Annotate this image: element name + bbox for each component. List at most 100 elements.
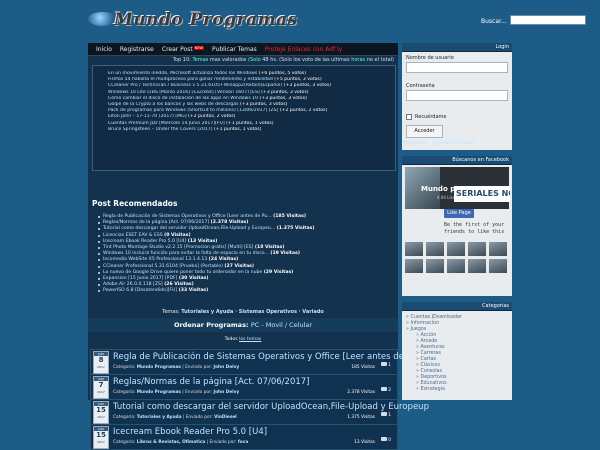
forgot-password-link[interactable]: ¿Olvidó su clave? bbox=[432, 140, 475, 146]
new-badge: NEW bbox=[193, 45, 204, 50]
remember-checkbox[interactable] bbox=[406, 114, 412, 120]
order-links[interactable]: PC - Movil / Celular bbox=[251, 321, 312, 329]
fan-avatar[interactable] bbox=[426, 242, 444, 256]
fan-avatar[interactable] bbox=[489, 242, 507, 256]
temas-line: Temas: Tutoriales y Ayuda · Sistemas Ope… bbox=[88, 309, 398, 315]
recommended-item-title[interactable]: Windows 10 incluirá función para evitar … bbox=[103, 251, 269, 256]
top10-item-title[interactable]: Cómo cambiar el disco de instalación de … bbox=[108, 96, 258, 101]
post-day: 8 bbox=[98, 356, 104, 364]
top10-suffix: 48 hs. (Solo los voto de las ultimas bbox=[262, 57, 350, 63]
fb-faces-grid bbox=[405, 242, 509, 273]
todos-link[interactable]: los temas bbox=[239, 337, 261, 342]
post-category-link[interactable]: Mundo Programas bbox=[137, 365, 181, 370]
top10-solo-link[interactable]: (Solo bbox=[248, 57, 261, 63]
recommended-item-title[interactable]: PowerISO 6.8 [Desatendido][FU] bbox=[103, 288, 177, 293]
recommended-item-visits: (26 Visitas) bbox=[164, 282, 194, 288]
fan-avatar[interactable] bbox=[468, 242, 486, 256]
fan-avatar[interactable] bbox=[489, 259, 507, 273]
top10-prefix: Top 10: bbox=[172, 57, 191, 63]
nav-promo-link[interactable]: Proteje Enlaces con Adf ly bbox=[265, 46, 343, 53]
post-comments[interactable]: 1 bbox=[381, 412, 391, 418]
nav-registrarse[interactable]: Registrarse bbox=[120, 46, 154, 53]
top10-item-title[interactable]: Elton John – 17-11-70 (2017) [MG] bbox=[108, 114, 187, 119]
recommended-item-title[interactable]: Adobe Air 26.0.0.118 [ZS] bbox=[103, 282, 163, 287]
recommended-item-title[interactable]: Regla de Publicación de Sistemas Operati… bbox=[103, 214, 272, 219]
top10-horas-link[interactable]: horas bbox=[351, 57, 365, 63]
recommended-list: Regla de Publicación de Sistemas Operati… bbox=[98, 214, 314, 295]
recommended-item-title[interactable]: Incomedia WebSite X5 Professional 13.1.4… bbox=[103, 257, 207, 262]
post-author-link[interactable]: foca bbox=[238, 440, 248, 445]
nav-publicar-temas[interactable]: Publicar Temas bbox=[212, 46, 257, 53]
post-year: 2017 bbox=[97, 365, 105, 369]
fan-avatar[interactable] bbox=[426, 259, 444, 273]
top10-item-title[interactable]: En un movimiento inédito, Microsoft actu… bbox=[108, 71, 257, 76]
recommended-item-visits: (185 Visitas) bbox=[273, 214, 306, 219]
comment-icon bbox=[381, 387, 388, 391]
post-row: JUN 15 2017 Tutorial como descargar del ser… bbox=[90, 399, 429, 425]
logo-text: Mundo Programas bbox=[114, 10, 298, 30]
nav-inicio[interactable]: Inicio bbox=[96, 46, 112, 53]
top10-middle: mas valorados bbox=[209, 57, 247, 63]
post-day: 15 bbox=[96, 431, 106, 439]
top10-item-title[interactable]: Pack de programas para Windows (Shortcut… bbox=[108, 108, 278, 113]
post-title-link[interactable]: Reglas/Normas de la página [Act. 07/06/2… bbox=[113, 377, 310, 387]
comment-count: 1 bbox=[388, 363, 391, 368]
post-title-link[interactable]: Icecream Ebook Reader Pro 5.0 [U4] bbox=[113, 427, 267, 437]
temas-links[interactable]: Tutoriales y Ayuda · Sistemas Operativos… bbox=[181, 309, 324, 315]
login-button[interactable]: Acceder bbox=[406, 125, 443, 138]
post-comments[interactable]: 1 bbox=[381, 362, 391, 368]
recommended-item-visits: (30 Visitas) bbox=[178, 276, 209, 282]
top10-item-votes: (+3 puntos, 3 votos) bbox=[261, 89, 309, 95]
fan-avatar[interactable] bbox=[405, 259, 423, 273]
remember-me[interactable]: Recuérdame bbox=[406, 114, 446, 120]
post-category-link[interactable]: Mundo Programas bbox=[137, 390, 181, 395]
nav-crear-post[interactable]: Crear Post NEW bbox=[162, 45, 204, 53]
register-link[interactable]: Registrar bbox=[404, 140, 427, 146]
top10-end: no el total) bbox=[366, 57, 394, 63]
recommended-item-title[interactable]: Lo nuevo de Google Drive quiere poner to… bbox=[103, 270, 262, 275]
recommended-item-visits: (29 Visitas) bbox=[263, 269, 294, 275]
recommended-item-title[interactable]: CCleaner Professional 5.31.6104 [Prueba]… bbox=[103, 264, 223, 269]
recommended-item-visits: (2.378 Visitas) bbox=[210, 220, 249, 226]
like-page-button[interactable]: Like Page bbox=[444, 209, 474, 218]
recommended-item-title[interactable]: Reglas/Normas de la página [Act. 07/06/2… bbox=[103, 220, 209, 225]
post-category-link[interactable]: Tutoriales y Ayuda bbox=[137, 415, 182, 420]
recommended-item-title[interactable]: Tint Photo Montage Studio v2.2.15 [Promo… bbox=[103, 245, 253, 250]
post-comments[interactable]: 0 bbox=[381, 437, 391, 443]
todos-line: Todos los temas bbox=[88, 337, 398, 342]
recommended-item-title[interactable]: Tutorial como descargar del servidor Upl… bbox=[103, 226, 275, 231]
top10-item-title[interactable]: CCleaner Pro / Technician / Business v 5… bbox=[108, 83, 282, 88]
todos-label: Todos bbox=[224, 337, 238, 342]
username-field[interactable] bbox=[406, 62, 508, 73]
fan-avatar[interactable] bbox=[447, 259, 465, 273]
categories-heading: Categorias bbox=[402, 302, 512, 311]
top10-item-title[interactable]: Golpe de la Crypto a los bancos y las we… bbox=[108, 102, 239, 107]
category-item[interactable]: Estrategia bbox=[406, 387, 512, 393]
search-input[interactable] bbox=[510, 15, 586, 25]
fan-avatar[interactable] bbox=[468, 259, 486, 273]
top10-temas-link[interactable]: Temas bbox=[192, 57, 208, 63]
post-author-link[interactable]: VinDiesel bbox=[214, 415, 237, 420]
post-author-link[interactable]: John Delvy bbox=[214, 365, 240, 370]
site-logo[interactable]: Mundo Programas bbox=[88, 10, 297, 32]
recommended-item-title[interactable]: Licencias ESET EAV & ESS bbox=[103, 233, 163, 238]
post-title-link[interactable]: Tutorial como descargar del servidor Upl… bbox=[113, 402, 429, 412]
post-visits: 1.375 Visitas bbox=[347, 415, 375, 420]
post-category-link[interactable]: Libros & Revistas, Ofimatica bbox=[137, 440, 206, 445]
top10-item-title[interactable]: Bruce Springsteen – Under the Covers (20… bbox=[108, 127, 213, 132]
post-date: JUN 15 2017 bbox=[93, 426, 109, 449]
fan-avatar[interactable] bbox=[447, 242, 465, 256]
top10-item-votes: (+2 puntos, 2 votos) bbox=[279, 108, 328, 114]
fan-avatar[interactable] bbox=[405, 242, 423, 256]
post-author-link[interactable]: John Delvy bbox=[214, 390, 240, 395]
search-label: Buscar... bbox=[481, 18, 507, 25]
password-field[interactable] bbox=[406, 90, 508, 101]
top10-item-title[interactable]: Cuentas Premium JDz [Miercole 14 Junio 2… bbox=[108, 121, 225, 126]
top10-item-title[interactable]: Windows 10 Lite LTBS [Marzo 2016] [x32/x… bbox=[108, 90, 260, 95]
recommended-item-title[interactable]: Icecream Ebook Reader Pro 5.0 [U4] bbox=[103, 239, 186, 244]
recommended-item-title[interactable]: Expansion [15 Junio 2017] [PDF] bbox=[103, 276, 177, 281]
category-label: Categoría: bbox=[113, 390, 136, 395]
post-comments[interactable]: 2 bbox=[381, 387, 391, 393]
recommended-item-visits: (0 Visitas) bbox=[164, 232, 191, 238]
top10-item-title[interactable]: Firefox 54 habilita el multiproceso para… bbox=[108, 77, 273, 82]
